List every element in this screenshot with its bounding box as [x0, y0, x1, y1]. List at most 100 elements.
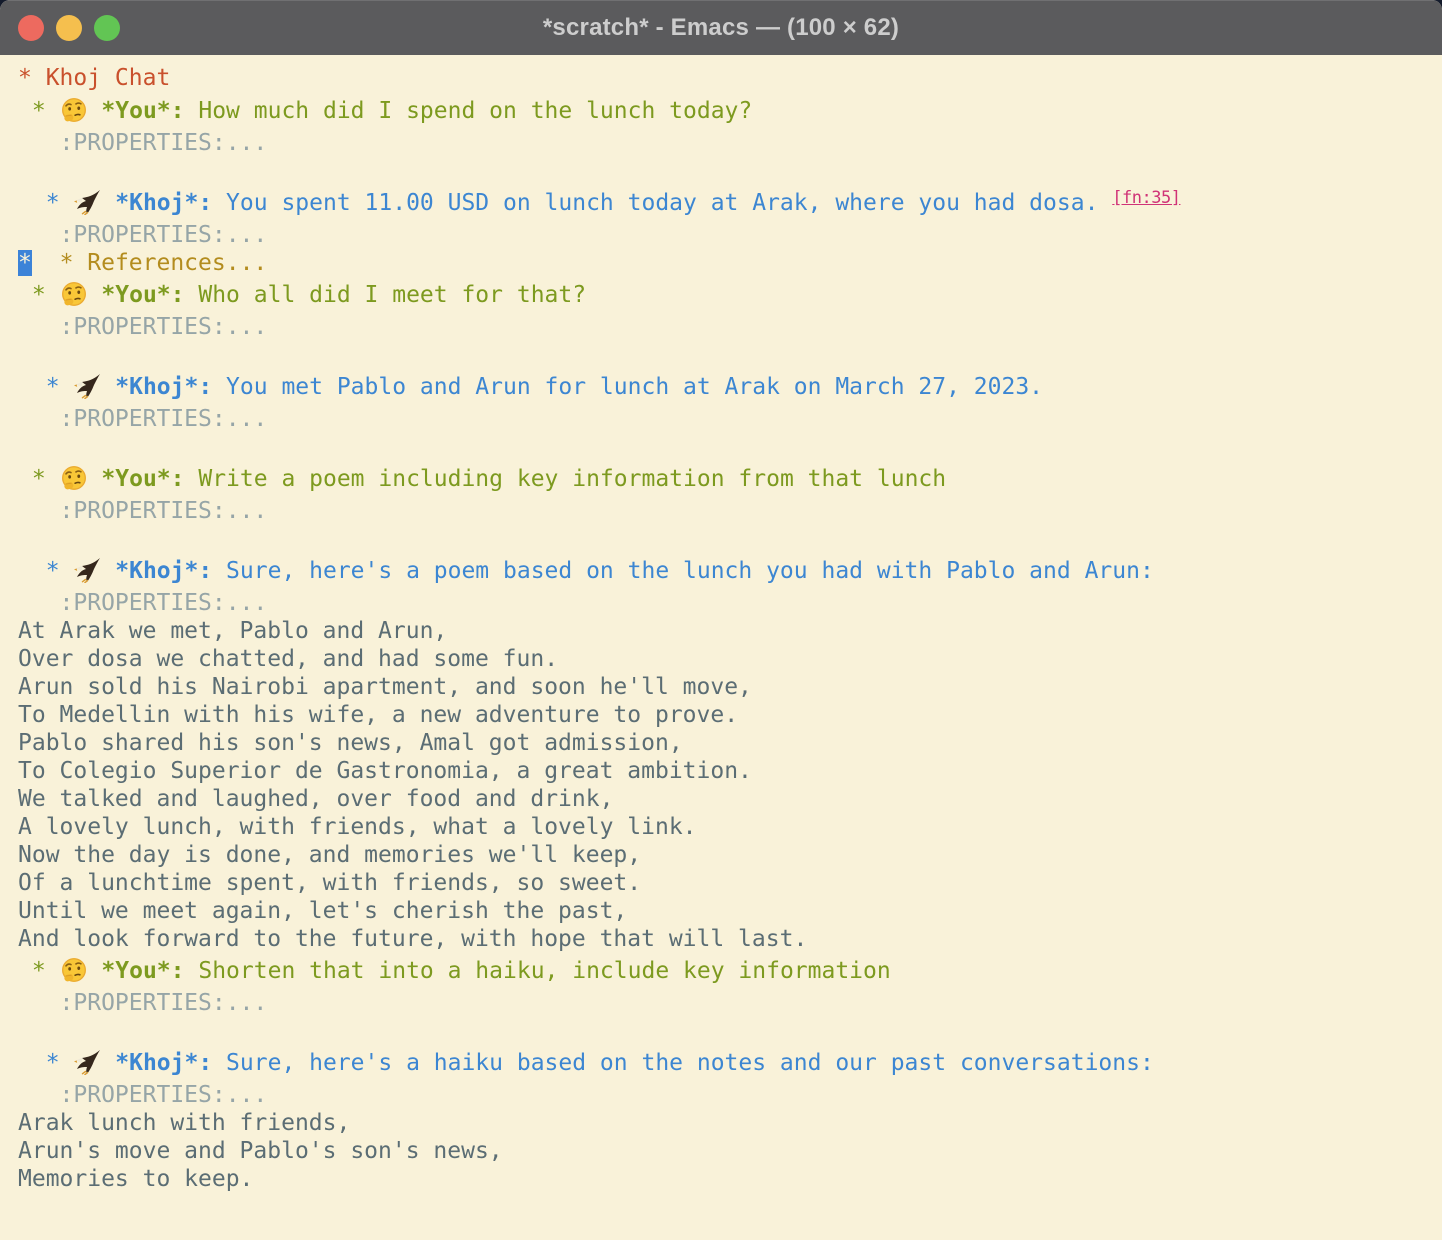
footnote-link[interactable]: [fn:35] — [1112, 188, 1180, 208]
text-segment: * — [32, 98, 60, 124]
text-segment — [88, 466, 102, 492]
text-segment: *Khoj*: — [115, 1050, 212, 1076]
eagle-icon — [73, 373, 101, 399]
thinking-emoji-icon — [60, 97, 88, 123]
chat-heading-you[interactable]: * *You*: Write a poem including key info… — [18, 461, 1442, 497]
buffer-heading-khoj-chat[interactable]: * Khoj Chat — [18, 63, 1442, 93]
poem-line: At Arak we met, Pablo and Arun, — [18, 617, 1442, 645]
traffic-lights — [18, 15, 120, 41]
text-segment: *You*: — [101, 282, 184, 308]
haiku-line: Memories to keep. — [18, 1165, 1442, 1193]
properties-drawer[interactable]: :PROPERTIES:... — [18, 129, 1442, 157]
text-segment — [18, 190, 46, 216]
properties-drawer[interactable]: :PROPERTIES:... — [18, 497, 1442, 525]
text-segment: And look forward to the future, with hop… — [18, 926, 807, 952]
window-title: *scratch* - Emacs — (100 × 62) — [543, 14, 899, 42]
chat-heading-khoj[interactable]: * *Khoj*: You met Pablo and Arun for lun… — [18, 369, 1442, 405]
minimize-button[interactable] — [56, 15, 82, 41]
close-button[interactable] — [18, 15, 44, 41]
poem-line: Arun sold his Nairobi apartment, and soo… — [18, 673, 1442, 701]
text-segment: :PROPERTIES:... — [18, 1082, 267, 1108]
poem-line: Until we meet again, let's cherish the p… — [18, 897, 1442, 925]
text-segment: :PROPERTIES:... — [18, 222, 267, 248]
poem-line: We talked and laughed, over food and dri… — [18, 785, 1442, 813]
text-segment: :PROPERTIES:... — [18, 314, 267, 340]
text-segment: :PROPERTIES:... — [18, 406, 267, 432]
blank-line — [18, 525, 1442, 553]
text-segment: Arun's move and Pablo's son's news, — [18, 1138, 503, 1164]
chat-heading-you[interactable]: * *You*: Who all did I meet for that? — [18, 277, 1442, 313]
text-segment: * — [46, 374, 74, 400]
emacs-buffer[interactable]: * Khoj Chat * *You*: How much did I spen… — [0, 55, 1442, 1240]
text-segment: We talked and laughed, over food and dri… — [18, 786, 613, 812]
text-segment — [101, 190, 115, 216]
chat-heading-khoj[interactable]: * *Khoj*: Sure, here's a poem based on t… — [18, 553, 1442, 589]
text-segment: *Khoj*: — [115, 190, 212, 216]
text-segment — [18, 558, 46, 584]
text-segment: * — [46, 190, 74, 216]
references-heading[interactable]: * * References... — [18, 249, 1442, 277]
text-segment: Sure, here's a poem based on the lunch y… — [212, 558, 1154, 584]
text-segment: Now the day is done, and memories we'll … — [18, 842, 641, 868]
text-segment: To Medellin with his wife, a new adventu… — [18, 702, 738, 728]
text-segment — [101, 374, 115, 400]
text-segment: Who all did I meet for that? — [185, 282, 587, 308]
eagle-icon — [73, 557, 101, 583]
text-segment: Over dosa we chatted, and had some fun. — [18, 646, 558, 672]
poem-line: To Medellin with his wife, a new adventu… — [18, 701, 1442, 729]
emacs-window: *scratch* - Emacs — (100 × 62) * Khoj Ch… — [0, 0, 1442, 1240]
text-segment: *Khoj*: — [115, 558, 212, 584]
blank-line — [18, 433, 1442, 461]
text-segment: Of a lunchtime spent, with friends, so s… — [18, 870, 641, 896]
text-segment: * — [46, 558, 74, 584]
text-segment: :PROPERTIES:... — [18, 130, 267, 156]
thinking-emoji-icon — [60, 281, 88, 307]
text-segment: Sure, here's a haiku based on the notes … — [212, 1050, 1154, 1076]
haiku-line: Arak lunch with friends, — [18, 1109, 1442, 1137]
text-segment: Memories to keep. — [18, 1166, 253, 1192]
text-segment: * Khoj Chat — [18, 65, 170, 91]
properties-drawer[interactable]: :PROPERTIES:... — [18, 221, 1442, 249]
thinking-emoji-icon — [60, 465, 88, 491]
text-segment: Until we meet again, let's cherish the p… — [18, 898, 627, 924]
properties-drawer[interactable]: :PROPERTIES:... — [18, 589, 1442, 617]
text-segment: You spent 11.00 USD on lunch today at Ar… — [212, 190, 1112, 216]
thinking-emoji-icon — [60, 957, 88, 983]
text-segment: *You*: — [101, 98, 184, 124]
properties-drawer[interactable]: :PROPERTIES:... — [18, 405, 1442, 433]
text-segment: * — [46, 1050, 74, 1076]
properties-drawer[interactable]: :PROPERTIES:... — [18, 1081, 1442, 1109]
blank-line — [18, 341, 1442, 369]
chat-heading-khoj[interactable]: * *Khoj*: Sure, here's a haiku based on … — [18, 1045, 1442, 1081]
properties-drawer[interactable]: :PROPERTIES:... — [18, 313, 1442, 341]
text-segment: Pablo shared his son's news, Amal got ad… — [18, 730, 683, 756]
text-segment: :PROPERTIES:... — [18, 990, 267, 1016]
text-segment — [18, 374, 46, 400]
text-segment — [32, 250, 60, 276]
poem-line: Now the day is done, and memories we'll … — [18, 841, 1442, 869]
titlebar[interactable]: *scratch* - Emacs — (100 × 62) — [0, 0, 1442, 55]
poem-line: And look forward to the future, with hop… — [18, 925, 1442, 953]
text-segment: At Arak we met, Pablo and Arun, — [18, 618, 447, 644]
text-segment — [18, 958, 32, 984]
chat-heading-you[interactable]: * *You*: How much did I spend on the lun… — [18, 93, 1442, 129]
text-segment: :PROPERTIES:... — [18, 590, 267, 616]
text-segment: To Colegio Superior de Gastronomia, a gr… — [18, 758, 752, 784]
zoom-button[interactable] — [94, 15, 120, 41]
text-segment: How much did I spend on the lunch today? — [185, 98, 753, 124]
chat-heading-you[interactable]: * *You*: Shorten that into a haiku, incl… — [18, 953, 1442, 989]
text-segment — [88, 958, 102, 984]
text-segment: *You*: — [101, 466, 184, 492]
eagle-icon — [73, 1049, 101, 1075]
text-segment: *Khoj*: — [115, 374, 212, 400]
chat-heading-khoj[interactable]: * *Khoj*: You spent 11.00 USD on lunch t… — [18, 185, 1442, 221]
eagle-icon — [73, 189, 101, 215]
text-segment: Arun sold his Nairobi apartment, and soo… — [18, 674, 752, 700]
properties-drawer[interactable]: :PROPERTIES:... — [18, 989, 1442, 1017]
text-segment — [18, 98, 32, 124]
blank-line — [18, 1017, 1442, 1045]
text-segment — [88, 282, 102, 308]
blank-line — [18, 157, 1442, 185]
text-segment — [18, 466, 32, 492]
poem-line: Of a lunchtime spent, with friends, so s… — [18, 869, 1442, 897]
